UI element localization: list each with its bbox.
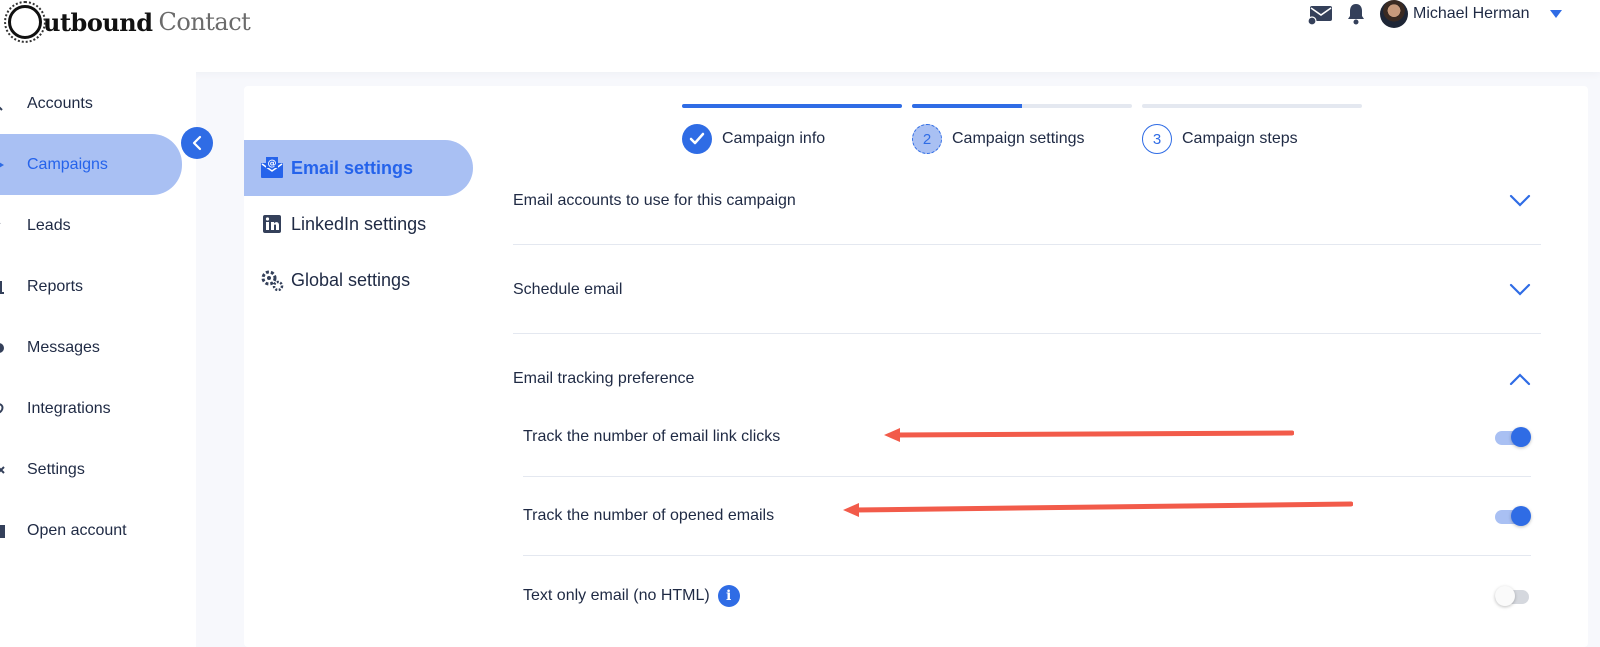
integrations-icon <box>0 402 4 413</box>
chevron-up-icon[interactable] <box>1509 372 1531 386</box>
step-number: 3 <box>1142 124 1172 154</box>
bell-icon[interactable] <box>1346 2 1366 26</box>
top-bar: utbound Contact Michael Herman <box>0 0 1600 72</box>
toggle-text-only[interactable] <box>1495 584 1531 608</box>
sidebar-item-integrations[interactable]: Integrations <box>0 378 182 439</box>
step-label: Campaign steps <box>1182 130 1298 147</box>
section-title: Email accounts to use for this campaign <box>513 191 796 209</box>
settings-menu-item-email[interactable]: @ Email settings <box>244 140 473 196</box>
annotation-arrow-icon <box>884 428 1294 442</box>
sidebar-item-label: Messages <box>27 338 100 356</box>
step-progress-bar <box>912 104 1132 108</box>
sidebar-item-open-account[interactable]: Open account <box>0 500 182 561</box>
user-avatar[interactable] <box>1380 0 1408 28</box>
accounts-icon <box>0 106 3 111</box>
step-label: Campaign settings <box>952 130 1085 147</box>
info-icon[interactable]: i <box>717 584 740 607</box>
step-progress-bar <box>682 104 902 108</box>
sidebar-item-label: Accounts <box>27 94 93 112</box>
step-progress-bar <box>1142 104 1362 108</box>
app-logo[interactable]: utbound Contact <box>4 1 251 43</box>
leads-icon <box>0 222 1 224</box>
step-campaign-steps[interactable]: 3 Campaign steps <box>1142 124 1298 154</box>
pref-label: Text only email (no HTML) <box>523 586 710 604</box>
section-title: Email tracking preference <box>513 370 695 387</box>
sidebar-item-messages[interactable]: Messages <box>0 317 182 378</box>
sidebar-item-settings[interactable]: Settings <box>0 439 182 500</box>
logo-mark-icon <box>4 1 46 43</box>
settings-icon <box>0 465 5 474</box>
settings-menu-item-linkedin[interactable]: LinkedIn settings <box>244 196 473 252</box>
pref-row-text-only: Text only email (no HTML) i <box>523 556 1531 635</box>
sidebar-item-label: Settings <box>27 460 85 478</box>
section-schedule-email[interactable]: Schedule email <box>513 246 1541 334</box>
sidebar-item-leads[interactable]: Leads <box>0 195 182 256</box>
sidebar-item-label: Open account <box>27 521 127 539</box>
sidebar-item-label: Campaigns <box>27 155 108 173</box>
step-label: Campaign info <box>722 130 826 147</box>
pref-label: Track the number of opened emails <box>523 507 775 524</box>
sidebar-item-label: Leads <box>27 216 71 234</box>
chevron-down-icon[interactable] <box>1509 283 1531 297</box>
section-email-accounts[interactable]: Email accounts to use for this campaign <box>513 157 1541 245</box>
sidebar-item-label: Integrations <box>27 399 111 417</box>
logo-text-primary: utbound <box>43 7 153 37</box>
step-campaign-info[interactable]: Campaign info <box>682 124 825 154</box>
annotation-arrow-icon <box>843 501 1353 517</box>
open-account-icon <box>0 524 5 538</box>
logo-text-secondary: Contact <box>158 8 251 36</box>
collapse-sidebar-button[interactable] <box>181 127 213 159</box>
step-progress-fill <box>912 104 1022 108</box>
settings-menu-label: Email settings <box>291 157 414 178</box>
sidebar-item-accounts[interactable]: Accounts <box>0 73 182 134</box>
toggle-knob <box>1511 506 1531 526</box>
gears-icon <box>261 270 284 292</box>
email-envelope-icon: @ <box>261 157 283 178</box>
step-campaign-settings[interactable]: 2 Campaign settings <box>912 124 1085 154</box>
toggle-link-clicks[interactable] <box>1495 425 1531 449</box>
chevron-down-icon[interactable] <box>1550 10 1562 18</box>
settings-menu-label: LinkedIn settings <box>291 213 427 234</box>
mail-icon[interactable] <box>1307 5 1333 25</box>
chevron-down-icon[interactable] <box>1509 194 1531 208</box>
svg-text:@: @ <box>268 159 277 169</box>
messages-icon <box>0 342 4 353</box>
pref-label: Track the number of email link clicks <box>523 428 781 445</box>
section-title: Schedule email <box>513 280 623 298</box>
sidebar-item-campaigns[interactable]: Campaigns <box>0 134 182 195</box>
sidebar-item-reports[interactable]: Reports <box>0 256 182 317</box>
pref-label-wrap: Text only email (no HTML) i <box>523 584 740 607</box>
settings-menu-label: Global settings <box>291 269 411 290</box>
reports-icon <box>0 280 4 294</box>
step-progress-fill <box>682 104 902 108</box>
toggle-knob <box>1511 427 1531 447</box>
toggle-knob <box>1495 585 1515 606</box>
toggle-opened-emails[interactable] <box>1495 504 1531 528</box>
checkmark-icon <box>682 124 712 154</box>
sidebar-item-label: Reports <box>27 277 84 295</box>
chevron-left-icon <box>192 135 202 151</box>
campaigns-icon <box>0 162 4 167</box>
linkedin-icon <box>263 215 281 233</box>
step-number: 2 <box>912 124 942 154</box>
settings-menu-item-global[interactable]: Global settings <box>244 252 473 308</box>
user-name[interactable]: Michael Herman <box>1413 5 1529 23</box>
